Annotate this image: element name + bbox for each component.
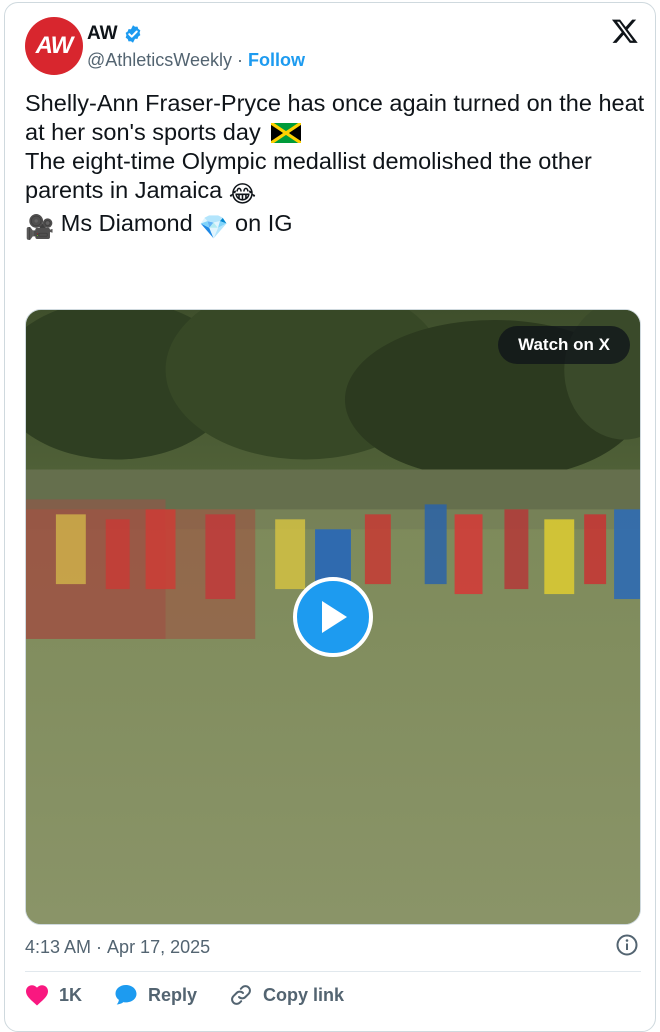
tweet-date: Apr 17, 2025 xyxy=(107,937,211,957)
separator-dot: · xyxy=(96,937,103,957)
tweet-line-2-text: The eight-time Olympic medallist demolis… xyxy=(25,148,592,203)
link-icon xyxy=(231,985,251,1005)
info-icon[interactable] xyxy=(615,933,639,957)
copy-link-button[interactable]: Copy link xyxy=(229,983,344,1007)
copy-link-label: Copy link xyxy=(263,984,345,1005)
video-player[interactable]: Watch on X xyxy=(25,309,641,925)
watch-on-x-button[interactable]: Watch on X xyxy=(498,326,630,364)
verified-badge-icon xyxy=(125,25,140,43)
author-handle[interactable]: @AthleticsWeekly xyxy=(87,50,232,71)
reply-bubble-icon xyxy=(115,985,137,1005)
laughing-tears-emoji-icon: 😂 xyxy=(228,181,257,207)
handle-row: @AthleticsWeekly · Follow xyxy=(87,50,305,71)
x-logo-icon[interactable] xyxy=(611,17,639,45)
tweet-line-1: Shelly-Ann Fraser-Pryce has once again t… xyxy=(25,89,645,147)
display-name[interactable]: AW xyxy=(87,23,118,45)
jamaica-flag-icon xyxy=(271,123,302,143)
tweet-credit-line: 🎥 Ms Diamond 💎 on IG xyxy=(25,209,645,242)
gem-emoji-icon: 💎 xyxy=(199,214,229,240)
separator-dot: · xyxy=(236,50,243,70)
play-button[interactable] xyxy=(293,577,373,657)
heart-icon xyxy=(26,985,48,1006)
watch-on-x-label: Watch on X xyxy=(518,335,610,354)
action-bar: 1K Reply Copy link xyxy=(25,983,376,1007)
movie-camera-emoji-icon: 🎥 xyxy=(25,214,55,240)
play-icon xyxy=(322,601,347,633)
like-button[interactable]: 1K xyxy=(25,984,82,1006)
tweet-timestamp[interactable]: 4:13 AM · Apr 17, 2025 xyxy=(25,937,210,958)
reply-button[interactable]: Reply xyxy=(114,984,197,1006)
reply-label: Reply xyxy=(148,984,198,1005)
tweet-line-2: The eight-time Olympic medallist demolis… xyxy=(25,147,645,209)
tweet-time: 4:13 AM xyxy=(25,937,92,957)
like-count: 1K xyxy=(59,984,83,1005)
tweet-text: Shelly-Ann Fraser-Pryce has once again t… xyxy=(25,89,645,242)
credit-name: Ms Diamond xyxy=(60,210,193,236)
tweet-line-1-text: Shelly-Ann Fraser-Pryce has once again t… xyxy=(25,90,645,145)
avatar[interactable]: AW xyxy=(25,17,83,75)
credit-suffix: on IG xyxy=(235,210,293,236)
author-name-row: AW xyxy=(87,23,143,45)
footer-divider xyxy=(25,971,641,972)
tweet-card: AW AW @AthleticsWeekly · Follow Shelly-A… xyxy=(4,2,656,1032)
follow-button[interactable]: Follow xyxy=(248,50,305,71)
